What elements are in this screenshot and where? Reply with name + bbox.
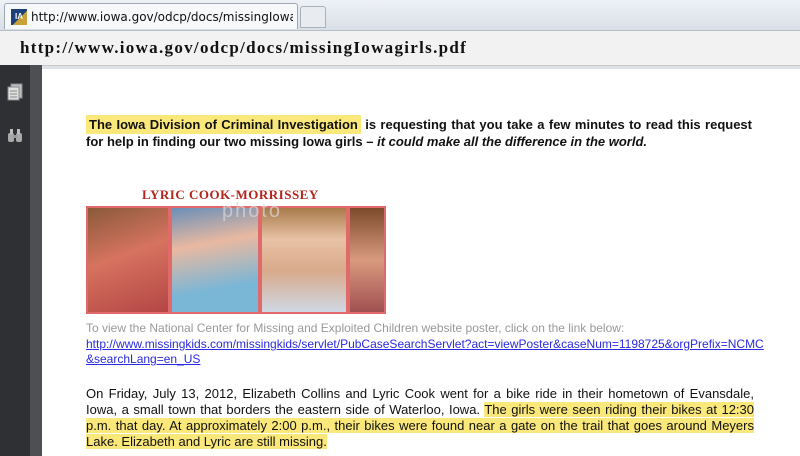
pdf-sidebar [0,65,30,456]
tab-title: http://www.iowa.gov/odcp/docs/missingIow… [31,10,293,24]
tab-strip: IA http://www.iowa.gov/odcp/docs/missing… [0,0,800,30]
poster-note: To view the National Center for Missing … [86,321,625,335]
new-tab-button[interactable] [300,6,326,28]
site-favicon-icon: IA [11,9,27,25]
intro-highlight: The Iowa Division of Criminal Investigat… [86,115,361,134]
intro-italic: it could make all the difference in the … [377,134,648,149]
binoculars-icon[interactable] [7,127,23,145]
story-paragraph: On Friday, July 13, 2012, Elizabeth Coll… [86,386,754,450]
photobucket-watermark: photo [222,200,283,222]
photo-1 [86,206,170,314]
document-url: http://www.iowa.gov/odcp/docs/missingIow… [20,38,468,57]
intro-paragraph: The Iowa Division of Criminal Investigat… [86,115,752,150]
photo-4 [348,206,386,314]
viewer-gutter [30,65,42,456]
browser-tab[interactable]: IA http://www.iowa.gov/odcp/docs/missing… [4,3,298,29]
poster-link[interactable]: http://www.missingkids.com/missingkids/s… [86,337,766,367]
pdf-page[interactable]: The Iowa Division of Criminal Investigat… [42,69,800,456]
pages-icon[interactable] [7,83,23,101]
url-banner: http://www.iowa.gov/odcp/docs/missingIow… [0,30,800,66]
